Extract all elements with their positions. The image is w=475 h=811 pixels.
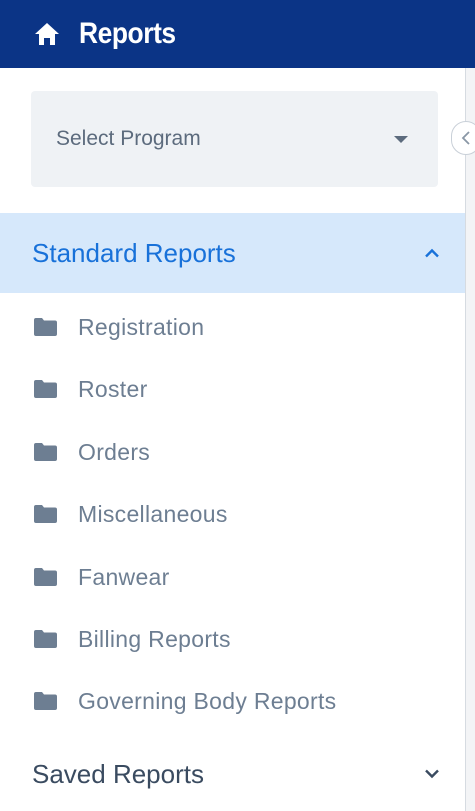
report-item-label: Governing Body Reports bbox=[78, 687, 337, 714]
report-item-registration[interactable]: Registration bbox=[0, 296, 465, 358]
folder-icon bbox=[34, 568, 57, 586]
saved-reports-title: Saved Reports bbox=[32, 758, 204, 789]
report-item-miscellaneous[interactable]: Miscellaneous bbox=[0, 483, 465, 545]
report-item-label: Orders bbox=[78, 438, 151, 465]
sidebar-edge bbox=[465, 68, 475, 811]
folder-icon bbox=[34, 630, 57, 648]
folder-icon bbox=[34, 318, 57, 336]
folder-icon bbox=[34, 380, 57, 398]
chevron-up-icon bbox=[425, 248, 439, 258]
report-item-label: Roster bbox=[78, 375, 148, 402]
report-item-label: Billing Reports bbox=[78, 625, 231, 652]
folder-icon bbox=[34, 443, 57, 461]
caret-down-icon bbox=[394, 135, 408, 143]
home-icon[interactable] bbox=[34, 22, 60, 46]
chevron-down-icon bbox=[425, 769, 439, 779]
report-item-fanwear[interactable]: Fanwear bbox=[0, 546, 465, 608]
report-item-label: Fanwear bbox=[78, 563, 170, 590]
standard-reports-header[interactable]: Standard Reports bbox=[0, 213, 465, 293]
folder-icon bbox=[34, 692, 57, 710]
collapse-sidebar-button[interactable] bbox=[451, 121, 475, 155]
report-item-label: Miscellaneous bbox=[78, 500, 228, 527]
chevron-left-icon bbox=[461, 131, 470, 145]
folder-icon bbox=[34, 505, 57, 523]
program-select-placeholder: Select Program bbox=[56, 127, 201, 150]
report-item-billing-reports[interactable]: Billing Reports bbox=[0, 608, 465, 670]
page-title: Reports bbox=[79, 17, 176, 50]
saved-reports-header[interactable]: Saved Reports bbox=[0, 740, 465, 808]
report-item-roster[interactable]: Roster bbox=[0, 358, 465, 420]
standard-reports-title: Standard Reports bbox=[32, 237, 236, 268]
app-header: Reports bbox=[0, 0, 475, 68]
report-item-label: Registration bbox=[78, 313, 205, 340]
report-item-orders[interactable]: Orders bbox=[0, 421, 465, 483]
report-item-governing-body-reports[interactable]: Governing Body Reports bbox=[0, 670, 465, 732]
program-select[interactable]: Select Program bbox=[31, 91, 438, 187]
